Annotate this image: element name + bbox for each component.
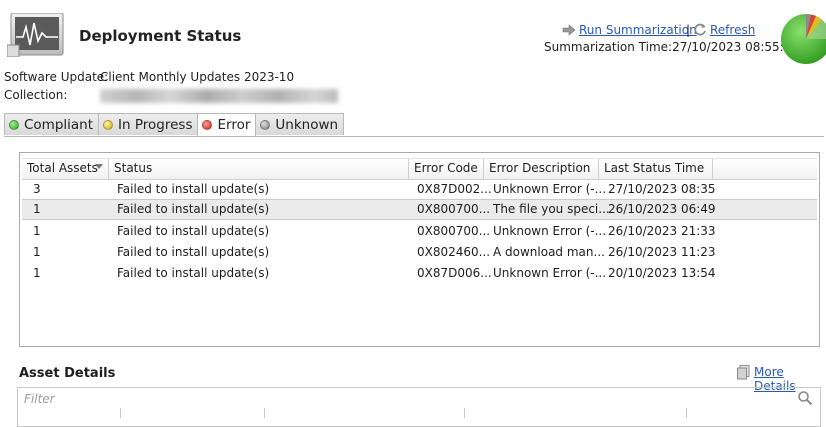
column-header-label: Total Assets bbox=[27, 161, 98, 175]
filter-input[interactable] bbox=[17, 387, 821, 427]
software-update-value: Client Monthly Updates 2023-10 bbox=[100, 70, 295, 84]
page-title: Deployment Status bbox=[79, 27, 242, 45]
column-header-error-code[interactable]: Error Code bbox=[409, 159, 484, 179]
tab-error[interactable]: Error bbox=[197, 113, 257, 136]
table-row[interactable]: 1 Failed to install update(s) 0X87D006..… bbox=[22, 263, 817, 284]
app-monitor-icon bbox=[6, 12, 64, 58]
refresh-icon[interactable] bbox=[694, 23, 707, 36]
yellow-dot-icon bbox=[103, 119, 114, 130]
asset-details-title: Asset Details bbox=[19, 366, 116, 381]
collection-value-redacted bbox=[100, 89, 338, 103]
grid-header: Total Assets Status Error Code Error Des… bbox=[22, 158, 817, 180]
cell-status: Failed to install update(s) bbox=[117, 182, 270, 196]
run-summarization-link[interactable]: Run Summarization bbox=[579, 23, 697, 37]
refresh-link[interactable]: Refresh bbox=[710, 23, 755, 37]
cell-error-description: Unknown Error (-... bbox=[493, 266, 607, 280]
collection-label: Collection: bbox=[4, 88, 68, 102]
status-pie-chart bbox=[780, 13, 826, 65]
cell-status: Failed to install update(s) bbox=[117, 224, 270, 238]
cell-total-assets: 1 bbox=[33, 202, 41, 216]
cell-total-assets: 1 bbox=[33, 245, 41, 259]
tab-in-progress-label: In Progress bbox=[118, 116, 193, 133]
cell-status: Failed to install update(s) bbox=[117, 202, 270, 216]
summarization-time-label: Summarization Time: bbox=[544, 40, 673, 54]
cell-error-code: 0X800700... bbox=[417, 224, 491, 238]
cell-error-description: The file you speci... bbox=[493, 202, 610, 216]
cell-error-code: 0X800700... bbox=[417, 202, 491, 216]
link-separator: | bbox=[686, 23, 691, 37]
filter-placeholder: Filter bbox=[24, 392, 55, 406]
table-row[interactable]: 3 Failed to install update(s) 0X87D002..… bbox=[22, 179, 817, 200]
error-grid[interactable]: Total Assets Status Error Code Error Des… bbox=[19, 152, 820, 347]
run-arrow-icon[interactable] bbox=[562, 24, 576, 36]
details-pages-icon[interactable] bbox=[737, 365, 750, 380]
cell-status: Failed to install update(s) bbox=[117, 266, 270, 280]
table-row[interactable]: 1 Failed to install update(s) 0X802460..… bbox=[22, 242, 817, 263]
red-dot-icon bbox=[202, 120, 213, 130]
tab-compliant-label: Compliant bbox=[24, 116, 94, 133]
column-divider bbox=[464, 408, 465, 418]
column-header-total-assets[interactable]: Total Assets bbox=[22, 159, 109, 179]
cell-last-status-time: 27/10/2023 08:35 bbox=[608, 182, 716, 196]
cell-error-description: Unknown Error (-... bbox=[493, 182, 607, 196]
sort-arrow-icon bbox=[95, 164, 103, 169]
cell-error-description: Unknown Error (-... bbox=[493, 224, 607, 238]
cell-last-status-time: 26/10/2023 06:49 bbox=[608, 202, 716, 216]
gray-dot-icon bbox=[260, 119, 271, 130]
tab-in-progress[interactable]: In Progress bbox=[98, 113, 199, 135]
table-row-selected[interactable]: 1 Failed to install update(s) 0X800700..… bbox=[22, 199, 817, 220]
column-divider bbox=[686, 408, 687, 418]
cell-last-status-time: 26/10/2023 11:23 bbox=[608, 245, 716, 259]
cell-last-status-time: 26/10/2023 21:33 bbox=[608, 224, 716, 238]
cell-total-assets: 3 bbox=[33, 182, 41, 196]
tab-compliant[interactable]: Compliant bbox=[4, 113, 100, 135]
cell-total-assets: 1 bbox=[33, 266, 41, 280]
cell-error-description: A download man... bbox=[493, 245, 605, 259]
search-icon[interactable] bbox=[797, 390, 813, 406]
cell-last-status-time: 20/10/2023 13:54 bbox=[608, 266, 716, 280]
summarization-time: Summarization Time:27/10/2023 08:55:46 bbox=[544, 40, 799, 54]
cell-status: Failed to install update(s) bbox=[117, 245, 270, 259]
column-header-status[interactable]: Status bbox=[109, 159, 409, 179]
cell-error-code: 0X87D006... bbox=[417, 266, 492, 280]
column-divider bbox=[264, 408, 265, 418]
column-header-error-description[interactable]: Error Description bbox=[484, 159, 599, 179]
cell-error-code: 0X802460... bbox=[417, 245, 491, 259]
tab-unknown[interactable]: Unknown bbox=[255, 113, 345, 135]
table-row[interactable]: 1 Failed to install update(s) 0X800700..… bbox=[22, 221, 817, 242]
tab-error-label: Error bbox=[217, 117, 251, 133]
software-update-label: Software Update: bbox=[4, 70, 109, 84]
column-header-last-status-time[interactable]: Last Status Time bbox=[599, 159, 713, 179]
tab-unknown-label: Unknown bbox=[275, 116, 339, 133]
green-dot-icon bbox=[9, 119, 19, 130]
cell-error-code: 0X87D002... bbox=[417, 182, 492, 196]
tabs-divider bbox=[4, 136, 824, 137]
cell-total-assets: 1 bbox=[33, 224, 41, 238]
status-tabs: Compliant In Progress Error Unknown bbox=[4, 113, 345, 136]
column-divider bbox=[120, 408, 121, 418]
